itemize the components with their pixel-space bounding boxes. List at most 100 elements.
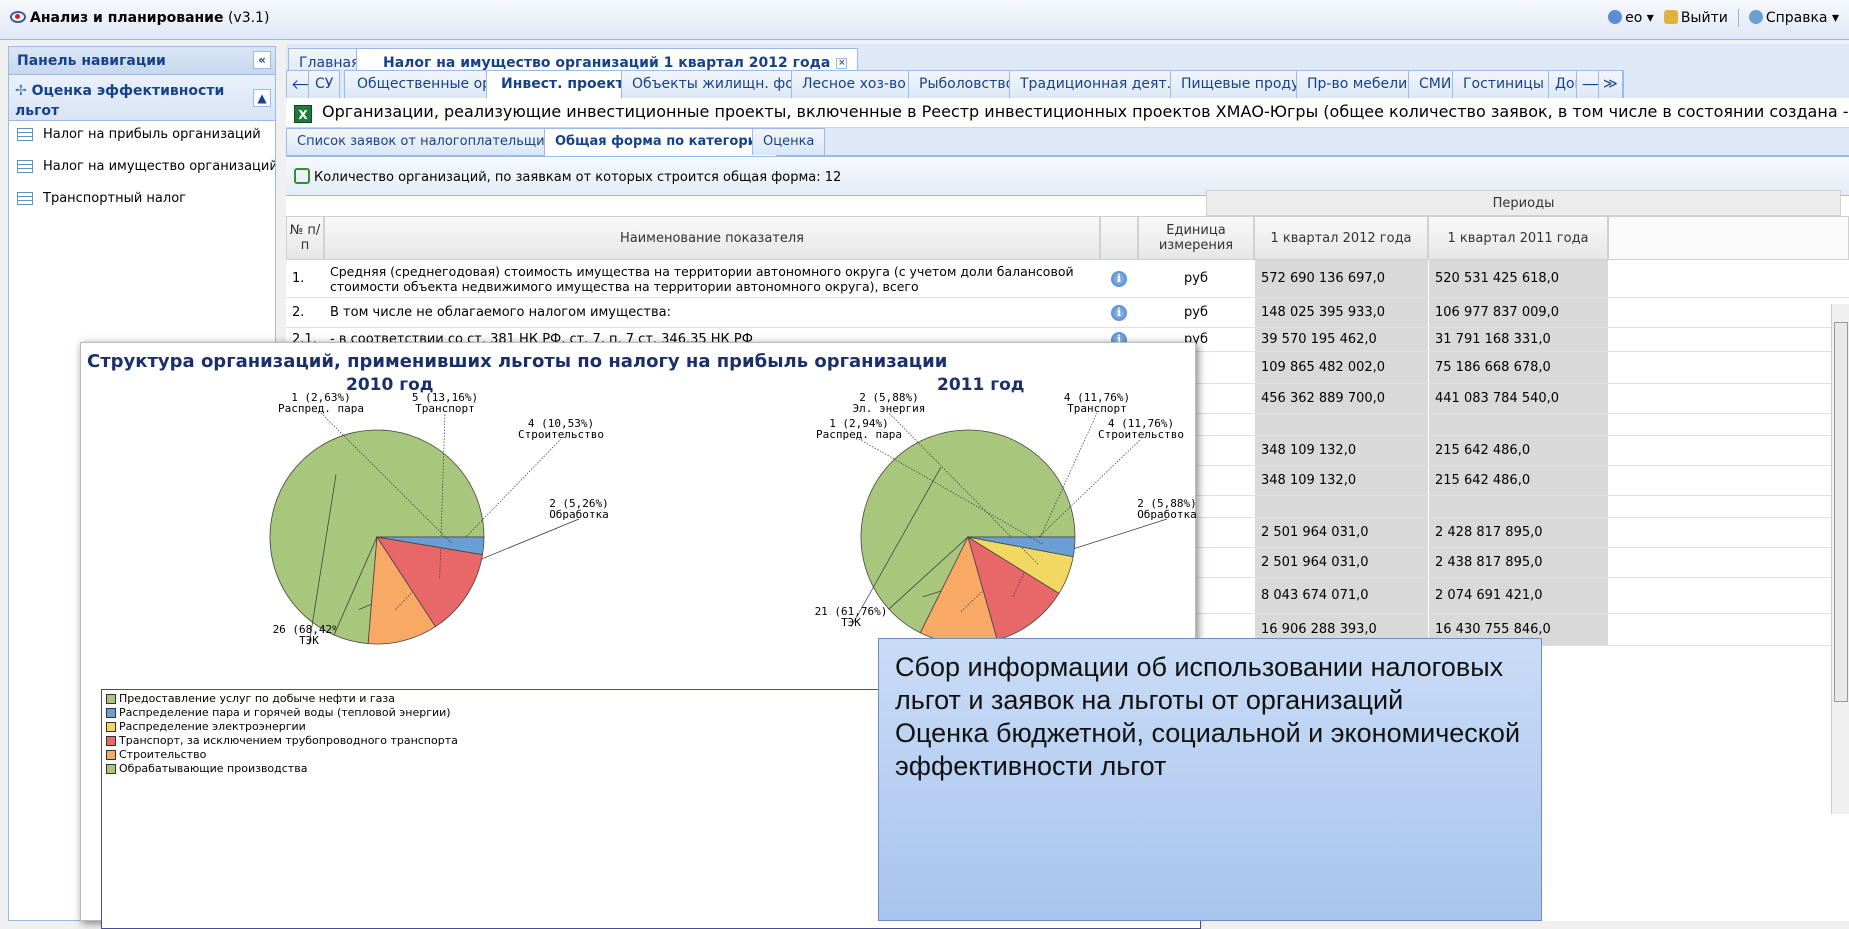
col-unit-header: Единица измерения [1138, 216, 1254, 260]
help-label: Справка [1765, 10, 1828, 26]
legend-label: Транспорт, за исключением трубопроводног… [119, 734, 458, 747]
app-title-text: Анализ и планирование [30, 10, 224, 26]
row-value-2012: 2 501 964 031,0 [1254, 548, 1428, 577]
info-icon[interactable]: i [1111, 270, 1127, 287]
sidebar-section-title: Оценка эффективности льгот [15, 83, 225, 119]
refresh-icon[interactable] [294, 168, 310, 184]
row-value-2011: 2 438 817 895,0 [1428, 548, 1608, 577]
row-num: 2. [292, 305, 305, 320]
tab-list-menu-button[interactable]: ≫ [1598, 70, 1623, 99]
slice-category-label: Обработка [549, 508, 609, 521]
close-tab-icon[interactable]: × [836, 58, 848, 69]
row-num: 1. [292, 271, 305, 286]
row-value-2011: 2 074 691 421,0 [1428, 578, 1608, 613]
row-name: Средняя (среднегодовая) стоимость имущес… [330, 263, 1074, 294]
row-value-2011: 106 977 837 009,0 [1428, 298, 1608, 327]
table-row[interactable]: 2. В том числе не облагаемого налогом им… [286, 298, 1849, 328]
help-menu[interactable]: Справка ▾ [1748, 10, 1839, 26]
tab-label: Налог на имущество организаций 1 квартал… [383, 55, 831, 71]
row-value-2012: 572 690 136 697,0 [1254, 260, 1428, 297]
sidebar-section-header[interactable]: ✢ Оценка эффективности льгот ▲ [9, 75, 275, 121]
row-value-2011: 520 531 425 618,0 [1428, 260, 1608, 297]
row-unit: руб [1184, 271, 1208, 286]
sidebar-header: Панель навигации « [9, 47, 275, 75]
vertical-scrollbar[interactable] [1831, 304, 1849, 814]
sidebar-item-label: Транспортный налог [43, 191, 186, 206]
eye-logo-icon [10, 11, 26, 23]
row-value-2012: 39 570 195 462,0 [1254, 328, 1428, 351]
app-version: (v3.1) [227, 10, 270, 26]
subtitle-text: Организации, реализующие инвестиционные … [322, 102, 1849, 121]
sidebar-item-profit-tax[interactable]: Налог на прибыль организаций [9, 121, 275, 153]
tab-forestry[interactable]: Лесное хоз-во [791, 70, 917, 99]
slice-category-label: Распред. пара [278, 402, 364, 415]
collapse-sidebar-button[interactable]: « [253, 51, 271, 69]
slice-category-label: Строительство [518, 428, 604, 441]
callout-line-1: Сбор информации об использовании налогов… [895, 652, 1504, 715]
tab-assessment[interactable]: Оценка [752, 128, 826, 155]
user-name: eo [1625, 10, 1643, 26]
tab-hotels[interactable]: Гостиницы [1452, 70, 1555, 99]
col-name-header: Наименование показателя [324, 216, 1100, 260]
row-value-2011: 75 186 668 678,0 [1428, 352, 1608, 383]
sidebar-item-transport-tax[interactable]: Транспортный налог [9, 185, 275, 217]
col-period2-header: 1 квартал 2011 года [1428, 216, 1608, 260]
slice-category-label: ТЭК [299, 634, 319, 647]
tab-fishery[interactable]: Рыболовство [908, 70, 1026, 99]
pin-icon: ✢ [15, 83, 27, 99]
scrollbar-thumb[interactable] [1834, 322, 1848, 702]
tab-general-form[interactable]: Общая форма по категории [544, 128, 777, 156]
tab-furniture[interactable]: Пр-во мебели [1296, 70, 1419, 99]
tab-su[interactable]: СУ [308, 70, 341, 99]
sidebar-item-label: Налог на имущество организаций [43, 159, 275, 174]
list-icon [17, 160, 33, 173]
row-value-2012: 109 865 482 002,0 [1254, 352, 1428, 383]
slice-category-label: Транспорт [415, 402, 475, 415]
legend-swatch [106, 694, 116, 704]
top-bar: Анализ и планирование (v3.1) eo ▾ Выйти … [0, 0, 1849, 40]
legend-label: Предоставление услуг по добыче нефти и г… [119, 692, 395, 705]
legend-label: Строительство [119, 748, 207, 761]
tab-traditional[interactable]: Традиционная деят. [1009, 70, 1183, 99]
row-value-2012: 348 109 132,0 [1254, 436, 1428, 465]
slice-category-label: Строительство [1098, 428, 1184, 441]
row-value-2011: 215 642 486,0 [1428, 436, 1608, 465]
list-icon [17, 192, 33, 205]
row-value-2011: 31 791 168 331,0 [1428, 328, 1608, 351]
collapse-section-button[interactable]: ▲ [253, 89, 271, 107]
legend-swatch [106, 708, 116, 718]
slice-category-label: ТЭК [841, 616, 861, 629]
row-unit: руб [1184, 305, 1208, 320]
slice-category-label: Эл. энергия [853, 402, 926, 415]
sidebar-item-property-tax[interactable]: Налог на имущество организаций [9, 153, 275, 185]
row-value-2012: 348 109 132,0 [1254, 466, 1428, 495]
table-row[interactable]: 1. Средняя (среднегодовая) стоимость иму… [286, 260, 1849, 298]
legend-label: Распределение пара и горячей воды (тепло… [119, 706, 451, 719]
periods-header: Периоды [1206, 190, 1841, 216]
slice-category-label: Транспорт [1067, 402, 1127, 415]
legend-label: Обрабатывающие производства [119, 762, 308, 775]
logout-button[interactable]: Выйти [1663, 10, 1728, 26]
view-tabstrip: Список заявок от налогоплательщиков Обща… [286, 128, 1849, 156]
col-period1-header: 1 квартал 2012 года [1254, 216, 1428, 260]
category-tabstrip: 🡐 СУ Общественные орг. Инвест. проекты О… [286, 70, 1849, 100]
row-info-cell: i [1100, 260, 1138, 297]
callout-line-2: Оценка бюджетной, социальной и экономиче… [895, 718, 1521, 781]
col-info-header [1100, 216, 1138, 260]
legend-swatch [106, 764, 116, 774]
row-value-2011: 215 642 486,0 [1428, 466, 1608, 495]
count-text: Количество организаций, по заявкам от ко… [314, 170, 842, 185]
lock-icon [1663, 10, 1678, 24]
row-value-2012: 2 501 964 031,0 [1254, 518, 1428, 547]
sidebar-item-label: Налог на прибыль организаций [43, 127, 261, 142]
col-num-header: № п/п [286, 216, 324, 260]
info-icon[interactable]: i [1111, 304, 1127, 321]
excel-export-icon[interactable]: X [294, 105, 312, 123]
tab-requests-list[interactable]: Список заявок от налогоплательщиков [286, 128, 580, 155]
row-value-2011 [1428, 414, 1608, 435]
user-area: eo ▾ Выйти Справка ▾ [1608, 9, 1839, 27]
row-value-2012 [1254, 496, 1428, 517]
col-filler-header [1608, 216, 1849, 260]
legend-swatch [106, 736, 116, 746]
user-menu[interactable]: eo ▾ [1608, 10, 1654, 26]
